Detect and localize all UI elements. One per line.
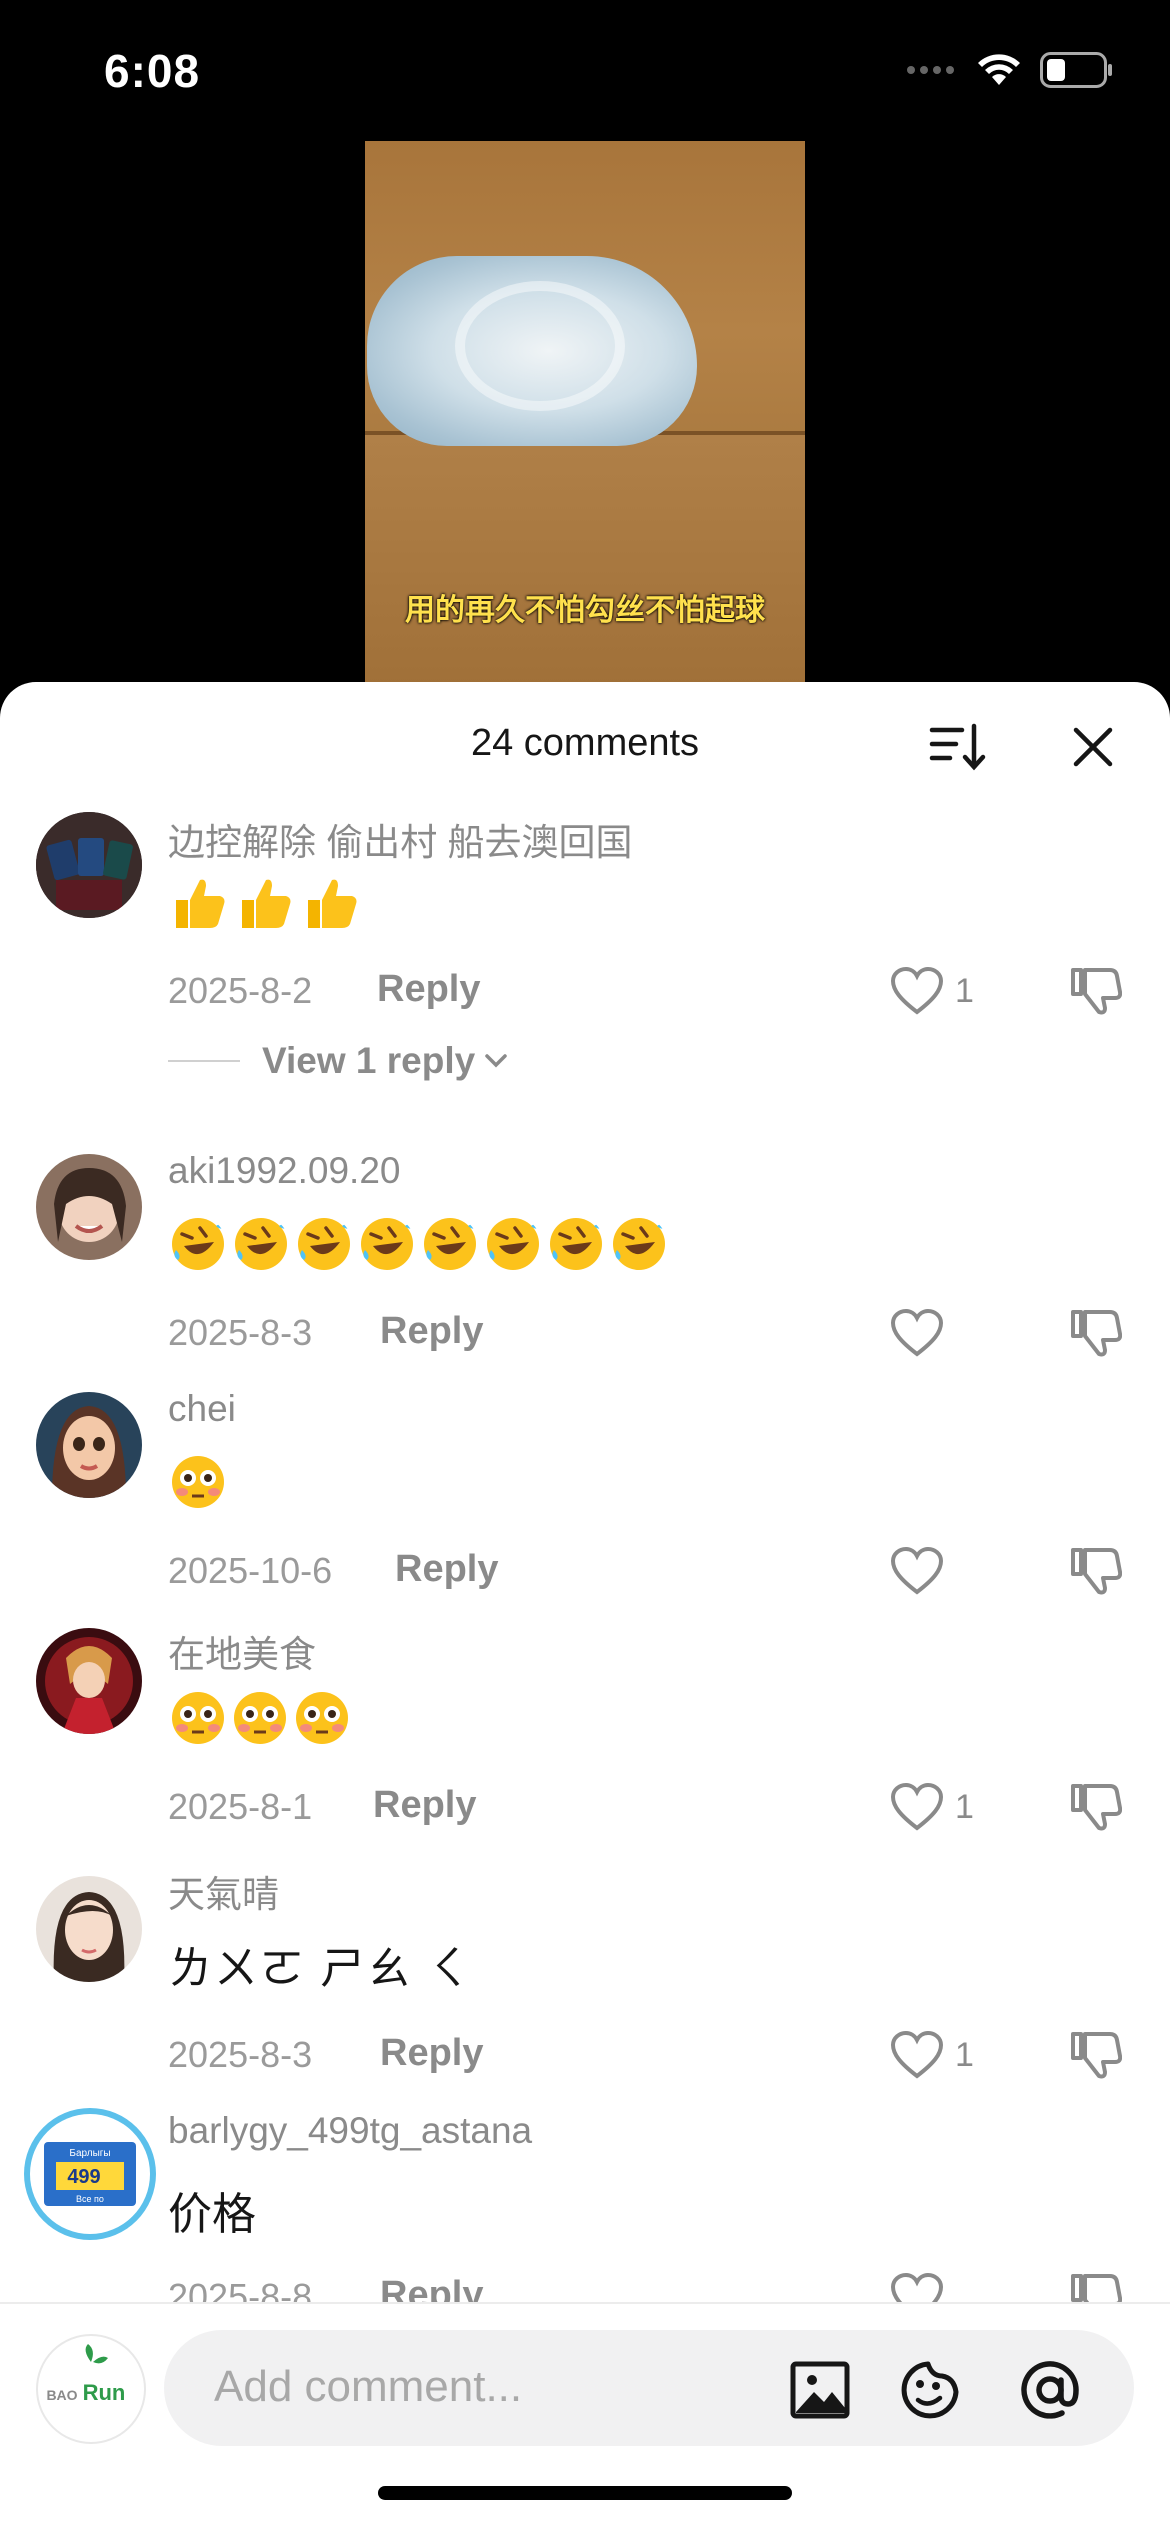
rofl-emoji: [424, 1218, 476, 1270]
heart-icon[interactable]: [890, 1308, 944, 1358]
heart-icon[interactable]: [890, 1782, 944, 1832]
heart-icon[interactable]: [890, 966, 944, 1016]
comments-sheet: 24 comments 边控解除 偷出村 船去澳回国 2025-8-2 Repl…: [0, 682, 1170, 2532]
comment-item: 在地美食 2025-8-1 Reply 1: [0, 1628, 1170, 1831]
reply-button[interactable]: Reply: [395, 1548, 498, 1591]
rofl-emoji: [361, 1218, 413, 1270]
dislike-icon[interactable]: [1070, 1544, 1122, 1596]
status-time: 6:08: [104, 45, 201, 97]
comment-count: 24 comments: [470, 722, 700, 764]
video-frame-pocket: [365, 431, 805, 686]
flushed-emoji: [172, 1456, 224, 1508]
image-icon[interactable]: [788, 2358, 852, 2422]
comment-text: ㄌㄨㄛ ㄕㄠ ㄑ: [168, 1944, 473, 1993]
status-bar: 6:08: [0, 0, 1170, 140]
avatar[interactable]: [36, 1154, 142, 1260]
video-player[interactable]: 用的再久不怕勾丝不怕起球: [365, 141, 805, 686]
avatar[interactable]: [36, 812, 142, 918]
close-icon[interactable]: [1068, 722, 1118, 772]
comment-date: 2025-8-3: [168, 1312, 313, 1353]
like-count: 1: [955, 1788, 974, 1826]
dislike-icon[interactable]: [1070, 2028, 1122, 2080]
comment-input[interactable]: Add comment...: [164, 2330, 1134, 2446]
comment-username[interactable]: 在地美食: [168, 1624, 316, 1678]
comment-item: Барлыгы 499 Все по barlygy_499tg_astana …: [0, 2108, 1170, 2321]
rofl-emoji: [550, 1218, 602, 1270]
heart-icon[interactable]: [890, 1546, 944, 1596]
home-indicator[interactable]: [378, 2486, 792, 2500]
chevron-down-icon: [485, 1054, 507, 1068]
comment-text: [170, 1690, 350, 1746]
comment-date: 2025-8-2: [168, 970, 313, 1011]
comment-username[interactable]: 天氣晴: [168, 1864, 279, 1918]
video-caption: 用的再久不怕勾丝不怕起球: [405, 594, 765, 627]
reply-button[interactable]: Reply: [380, 1310, 483, 1353]
view-replies-button[interactable]: View 1 reply: [168, 1040, 509, 1082]
my-avatar-logo-a: BAO: [46, 2387, 77, 2403]
reply-button[interactable]: Reply: [377, 968, 480, 1011]
avatar-price-top: Барлыгы: [69, 2148, 110, 2159]
avatar[interactable]: [36, 1628, 142, 1734]
sort-icon[interactable]: [928, 722, 988, 772]
replies-divider: [168, 1060, 240, 1062]
comment-input-placeholder: Add comment...: [214, 2362, 523, 2411]
comment-username[interactable]: 边控解除 偷出村 船去澳回国: [168, 812, 633, 866]
comment-text: 价格: [168, 2190, 256, 2239]
thumbs-up-emoji: [242, 879, 291, 928]
comment-item: aki1992.09.20 2025-8-3 Reply: [0, 1150, 1170, 1357]
comment-date: 2025-8-1: [168, 1786, 313, 1827]
comment-username[interactable]: aki1992.09.20: [168, 1150, 400, 1192]
view-replies-label: View 1 reply: [262, 1040, 476, 1081]
avatar-price-bottom: Все по: [76, 2194, 104, 2204]
comment-date: 2025-10-6: [168, 1550, 333, 1591]
dislike-icon[interactable]: [1070, 1306, 1122, 1358]
comment-text: [170, 1216, 667, 1272]
comment-item: chei 2025-10-6 Reply: [0, 1388, 1170, 1595]
dislike-icon[interactable]: [1070, 964, 1122, 1016]
video-frame-roll-fold: [455, 281, 625, 411]
flushed-emoji: [172, 1692, 224, 1744]
comment-date: 2025-8-3: [168, 2034, 313, 2075]
comment-text: [170, 1454, 226, 1510]
avatar[interactable]: [36, 1392, 142, 1498]
flushed-emoji: [296, 1692, 348, 1744]
avatar[interactable]: Барлыгы 499 Все по: [22, 2106, 158, 2242]
comments-header: 24 comments: [0, 682, 1170, 802]
rofl-emoji: [235, 1218, 287, 1270]
rofl-emoji: [298, 1218, 350, 1270]
heart-icon[interactable]: [890, 2030, 944, 2080]
comment-username[interactable]: chei: [168, 1388, 236, 1430]
flushed-emoji: [234, 1692, 286, 1744]
rofl-emoji: [172, 1218, 224, 1270]
like-count: 1: [955, 2036, 974, 2074]
rofl-emoji: [487, 1218, 539, 1270]
my-avatar[interactable]: BAO Run: [36, 2334, 146, 2444]
battery-icon: [1040, 52, 1112, 88]
reply-button[interactable]: Reply: [373, 1784, 476, 1827]
my-avatar-logo-b: Run: [83, 2380, 126, 2405]
dislike-icon[interactable]: [1070, 1780, 1122, 1832]
like-count: 1: [955, 972, 974, 1010]
thumbs-up-emoji: [308, 879, 357, 928]
avatar-price-value: 499: [67, 2166, 100, 2188]
comment-username[interactable]: barlygy_499tg_astana: [168, 2110, 532, 2152]
status-icons: [906, 52, 1114, 88]
signal-icon: [907, 66, 954, 74]
avatar[interactable]: [36, 1876, 142, 1982]
mention-icon[interactable]: [1018, 2358, 1082, 2422]
sticker-icon[interactable]: [898, 2358, 962, 2422]
wifi-icon: [978, 54, 1020, 85]
thumbs-up-emoji: [176, 879, 225, 928]
reply-button[interactable]: Reply: [380, 2032, 483, 2075]
comment-text: [170, 874, 360, 932]
comment-item: 天氣晴 ㄌㄨㄛ ㄕㄠ ㄑ 2025-8-3 Reply 1: [0, 1864, 1170, 2079]
rofl-emoji: [613, 1218, 665, 1270]
comment-item: 边控解除 偷出村 船去澳回国 2025-8-2 Reply 1 View 1 r…: [0, 812, 1170, 1081]
